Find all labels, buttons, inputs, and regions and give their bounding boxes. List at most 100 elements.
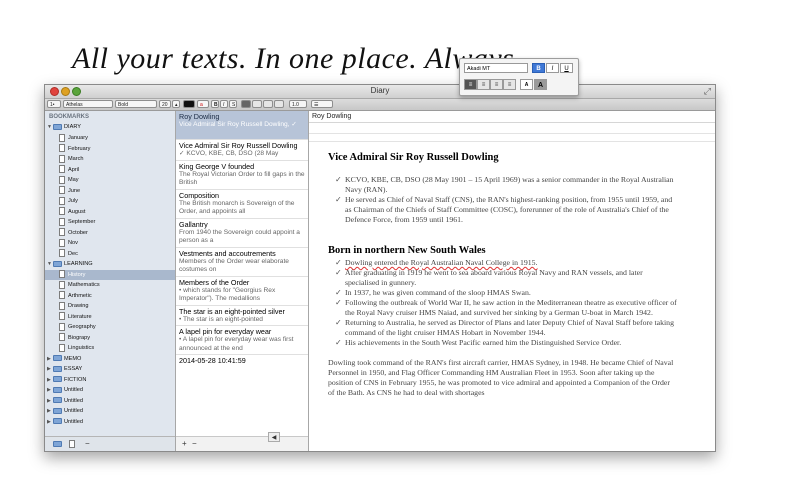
check-icon: ✓: [335, 288, 342, 297]
remove-note-button[interactable]: −: [192, 439, 197, 448]
line-spacing-select[interactable]: 1.0: [289, 100, 307, 108]
list-menu-button[interactable]: ☰: [311, 100, 333, 108]
doc-heading-2: Born in northern New South Wales: [328, 245, 486, 256]
popover-larger-text-button[interactable]: A: [534, 79, 547, 90]
add-note-button[interactable]: +: [182, 439, 187, 448]
document-icon: [59, 133, 65, 142]
check-icon: ✓: [335, 298, 342, 307]
document-body[interactable]: Vice Admiral Sir Roy Russell Dowling ✓ KC…: [328, 151, 678, 398]
sidebar-item-october[interactable]: October: [59, 228, 88, 238]
format-popover: Akadi MT B I U ≡ ≡ ≡ ≡ A A: [459, 58, 579, 96]
document-icon: [59, 144, 65, 153]
new-folder-icon[interactable]: [53, 439, 64, 448]
sidebar-item-drawing[interactable]: Drawing: [59, 301, 89, 311]
align-center-button[interactable]: [252, 100, 262, 108]
font-weight-select[interactable]: Bold: [115, 100, 157, 108]
sidebar-item-june[interactable]: June: [59, 186, 80, 196]
align-right-button[interactable]: [263, 100, 273, 108]
sidebar-item-february[interactable]: February: [59, 144, 90, 154]
sidebar-item-geography[interactable]: Geography: [59, 322, 96, 332]
folder-untitled-2[interactable]: ▶ Untitled: [47, 396, 83, 406]
folder-icon: [53, 397, 62, 404]
font-size-field[interactable]: 20: [159, 100, 171, 108]
editor-pane[interactable]: Roy Dowling Vice Admiral Sir Roy Russell…: [309, 111, 715, 451]
sidebar-item-april[interactable]: April: [59, 165, 79, 175]
sidebar-bottom-bar: −: [45, 436, 175, 451]
popover-smaller-text-button[interactable]: A: [520, 79, 533, 90]
folder-diary[interactable]: ▼ DIARY: [47, 122, 81, 132]
italic-button[interactable]: I: [220, 100, 228, 108]
popover-italic-button[interactable]: I: [546, 63, 559, 73]
sidebar-item-mathematics[interactable]: Mathematics: [59, 280, 100, 290]
list-item[interactable]: King George V founded The Royal Victoria…: [176, 161, 308, 190]
folder-essay[interactable]: ▶ ESSAY: [47, 364, 82, 374]
font-size-stepper[interactable]: ▴: [172, 100, 180, 108]
popover-bold-button[interactable]: B: [532, 63, 545, 73]
sidebar-item-history[interactable]: History: [45, 269, 175, 280]
sidebar-item-arthmetic[interactable]: Arthmetic: [59, 291, 92, 301]
folder-memo[interactable]: ▶ MEMO: [47, 354, 81, 364]
list-item[interactable]: A lapel pin for everyday wear • A lapel …: [176, 326, 308, 355]
popover-align-center-icon[interactable]: ≡: [477, 79, 490, 90]
sidebar-item-nov[interactable]: Nov: [59, 238, 78, 248]
title-bar[interactable]: Diary ⤢: [45, 85, 715, 99]
document-icon: [59, 175, 65, 184]
sidebar-item-literature[interactable]: Literature: [59, 312, 92, 322]
popover-font-select[interactable]: Akadi MT: [464, 63, 528, 73]
underline-button[interactable]: S: [229, 100, 237, 108]
highlight-color-icon[interactable]: a: [197, 100, 209, 108]
popover-align-left-icon[interactable]: ≡: [464, 79, 477, 90]
popover-justify-icon[interactable]: ≡: [503, 79, 516, 90]
text-color-swatch[interactable]: [183, 100, 195, 108]
doc-bullet: ✓ Dowling entered the Royal Australian Na…: [335, 258, 538, 267]
folder-learning[interactable]: ▼ LEARNING: [47, 259, 93, 269]
folder-untitled-1[interactable]: ▶ Untitled: [47, 385, 83, 395]
sidebar-item-january[interactable]: January: [59, 133, 88, 143]
popover-underline-button[interactable]: U: [560, 63, 573, 73]
format-toolbar: 1• Athelas Bold 20 ▴ a B I S 1.0 ☰: [45, 99, 715, 111]
popover-align-right-icon[interactable]: ≡: [490, 79, 503, 90]
sidebar-item-march[interactable]: March: [59, 154, 84, 164]
collapse-left-icon[interactable]: ◀: [268, 432, 280, 442]
folder-untitled-3[interactable]: ▶ Untitled: [47, 406, 83, 416]
bookmarks-header: BOOKMARKS: [49, 114, 89, 120]
sidebar-item-july[interactable]: July: [59, 196, 78, 206]
new-document-icon[interactable]: [69, 439, 78, 448]
fullscreen-icon[interactable]: ⤢: [704, 86, 711, 97]
folder-icon: [53, 123, 62, 130]
sidebar-item-dec[interactable]: Dec: [59, 249, 78, 259]
check-icon: ✓: [335, 318, 342, 327]
list-item[interactable]: Members of the Order • which stands for …: [176, 277, 308, 306]
note-title-field[interactable]: Roy Dowling: [309, 111, 715, 123]
folder-icon: [53, 376, 62, 383]
folder-icon: [53, 386, 62, 393]
list-item[interactable]: The star is an eight-pointed silver • Th…: [176, 306, 308, 326]
document-icon: [59, 238, 65, 247]
folder-fiction[interactable]: ▶ FICTION: [47, 375, 86, 385]
sidebar-item-biograpy[interactable]: Biograpy: [59, 333, 90, 343]
list-item[interactable]: Vestments and accoutrements Members of t…: [176, 248, 308, 277]
list-item[interactable]: Gallantry From 1940 the Sovereign could …: [176, 219, 308, 248]
justify-button[interactable]: [274, 100, 284, 108]
document-icon: [59, 154, 65, 163]
notes-bottom-bar: + −: [176, 436, 308, 451]
document-icon: [59, 270, 65, 279]
sidebar-item-may[interactable]: May: [59, 175, 79, 185]
remove-item-button[interactable]: −: [85, 439, 90, 448]
sidebar-item-linguistics[interactable]: Linguistics: [59, 343, 94, 353]
doc-bullet: ✓ He served as Chief of Naval Staff (CNS)…: [335, 195, 673, 224]
list-item[interactable]: Composition The British monarch is Sover…: [176, 190, 308, 219]
font-family-select[interactable]: Athelas: [63, 100, 113, 108]
bold-button[interactable]: B: [211, 100, 219, 108]
list-item[interactable]: 2014-05-28 10:41:59: [176, 355, 308, 366]
check-icon: ✓: [335, 338, 342, 347]
sidebar-item-september[interactable]: September: [59, 217, 95, 227]
align-left-button[interactable]: [241, 100, 251, 108]
list-item[interactable]: Roy Dowling Vice Admiral Sir Roy Russell…: [176, 111, 308, 140]
doc-bullet: ✓ Returning to Australia, he served as Di…: [335, 318, 674, 337]
sidebar-item-august[interactable]: August: [59, 207, 85, 217]
folder-untitled-4[interactable]: ▶ Untitled: [47, 417, 83, 427]
list-style-select[interactable]: 1•: [47, 100, 61, 108]
window-title: Diary: [370, 86, 390, 95]
list-item[interactable]: Vice Admiral Sir Roy Russell Dowling ✓ K…: [176, 140, 308, 161]
